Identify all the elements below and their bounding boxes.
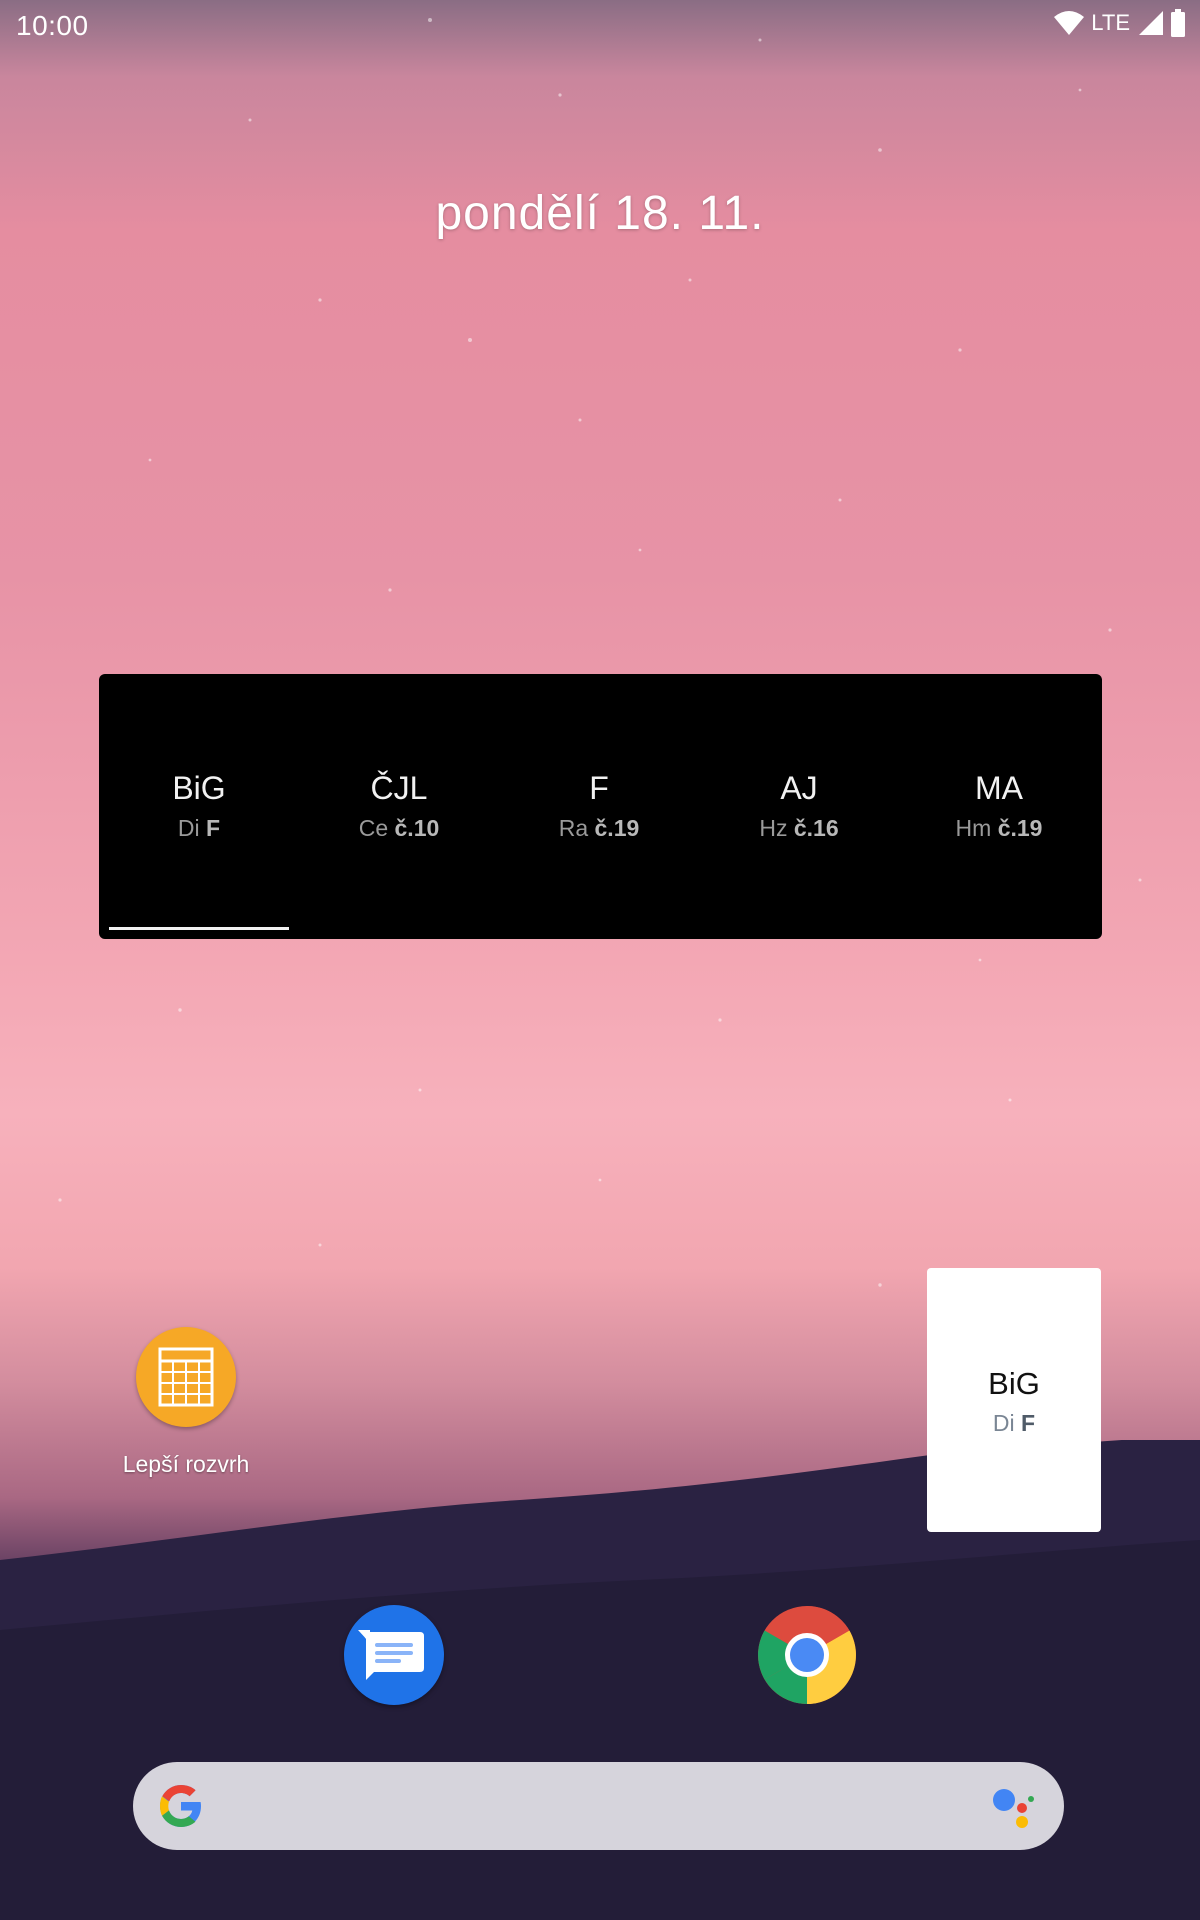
slot-details: Hz č.16	[699, 815, 899, 842]
small-timetable-widget[interactable]: BiG Di F	[927, 1268, 1101, 1532]
timetable-slot-1[interactable]: BiG Di F	[99, 770, 299, 842]
widget-details: Di F	[927, 1410, 1101, 1437]
slot-room: č.19	[594, 815, 640, 841]
messages-app-icon[interactable]	[344, 1605, 444, 1705]
slot-room: F	[206, 815, 221, 841]
slot-teacher: Ra	[558, 815, 589, 841]
slot-teacher: Hz	[759, 815, 788, 841]
slot-subject: ČJL	[370, 770, 428, 806]
slot-details: Hm č.19	[899, 815, 1099, 842]
slot-subject: BiG	[172, 770, 226, 806]
slot-teacher: Di	[177, 815, 200, 841]
status-icons: LTE	[1053, 9, 1186, 37]
google-search-bar[interactable]	[133, 1762, 1064, 1850]
timetable-grid-icon	[158, 1347, 214, 1407]
chrome-icon	[758, 1606, 856, 1704]
slot-details: Di F	[99, 815, 299, 842]
widget-room: F	[1021, 1410, 1036, 1436]
slot-details: Ce č.10	[299, 815, 499, 842]
status-time: 10:00	[16, 10, 89, 41]
current-slot-indicator	[109, 927, 289, 930]
network-type-label: LTE	[1091, 10, 1130, 35]
timetable-widget[interactable]: BiG Di F ČJL Ce č.10 F Ra č.19 AJ Hz č.1…	[99, 674, 1102, 939]
widget-subject: BiG	[988, 1366, 1040, 1401]
slot-room: č.16	[793, 815, 839, 841]
assistant-icon[interactable]	[990, 1784, 1036, 1830]
battery-icon	[1171, 9, 1185, 37]
timetable-slot-3[interactable]: F Ra č.19	[499, 770, 699, 842]
timetable-slot-5[interactable]: MA Hm č.19	[899, 770, 1099, 842]
slot-subject: AJ	[780, 770, 818, 806]
slot-details: Ra č.19	[499, 815, 699, 842]
timetable-slot-4[interactable]: AJ Hz č.16	[699, 770, 899, 842]
timetable-slot-2[interactable]: ČJL Ce č.10	[299, 770, 499, 842]
wifi-icon	[1054, 11, 1085, 35]
slot-teacher: Hm	[955, 815, 992, 841]
slot-subject: F	[589, 770, 609, 806]
slot-subject: MA	[975, 770, 1023, 806]
slot-room: č.19	[997, 815, 1043, 841]
home-date[interactable]: pondělí 18. 11.	[0, 186, 1200, 241]
messages-icon	[358, 1630, 424, 1680]
status-bar: 10:00 LTE	[0, 0, 1200, 48]
app-label[interactable]: Lepší rozvrh	[86, 1451, 286, 1478]
chrome-app-icon[interactable]	[757, 1605, 857, 1705]
lepsi-rozvrh-app-icon[interactable]	[136, 1327, 236, 1427]
slot-teacher: Ce	[358, 815, 389, 841]
slot-room: č.10	[394, 815, 440, 841]
widget-teacher: Di	[992, 1410, 1015, 1436]
cell-signal-icon	[1139, 11, 1163, 35]
google-g-icon	[160, 1785, 201, 1827]
